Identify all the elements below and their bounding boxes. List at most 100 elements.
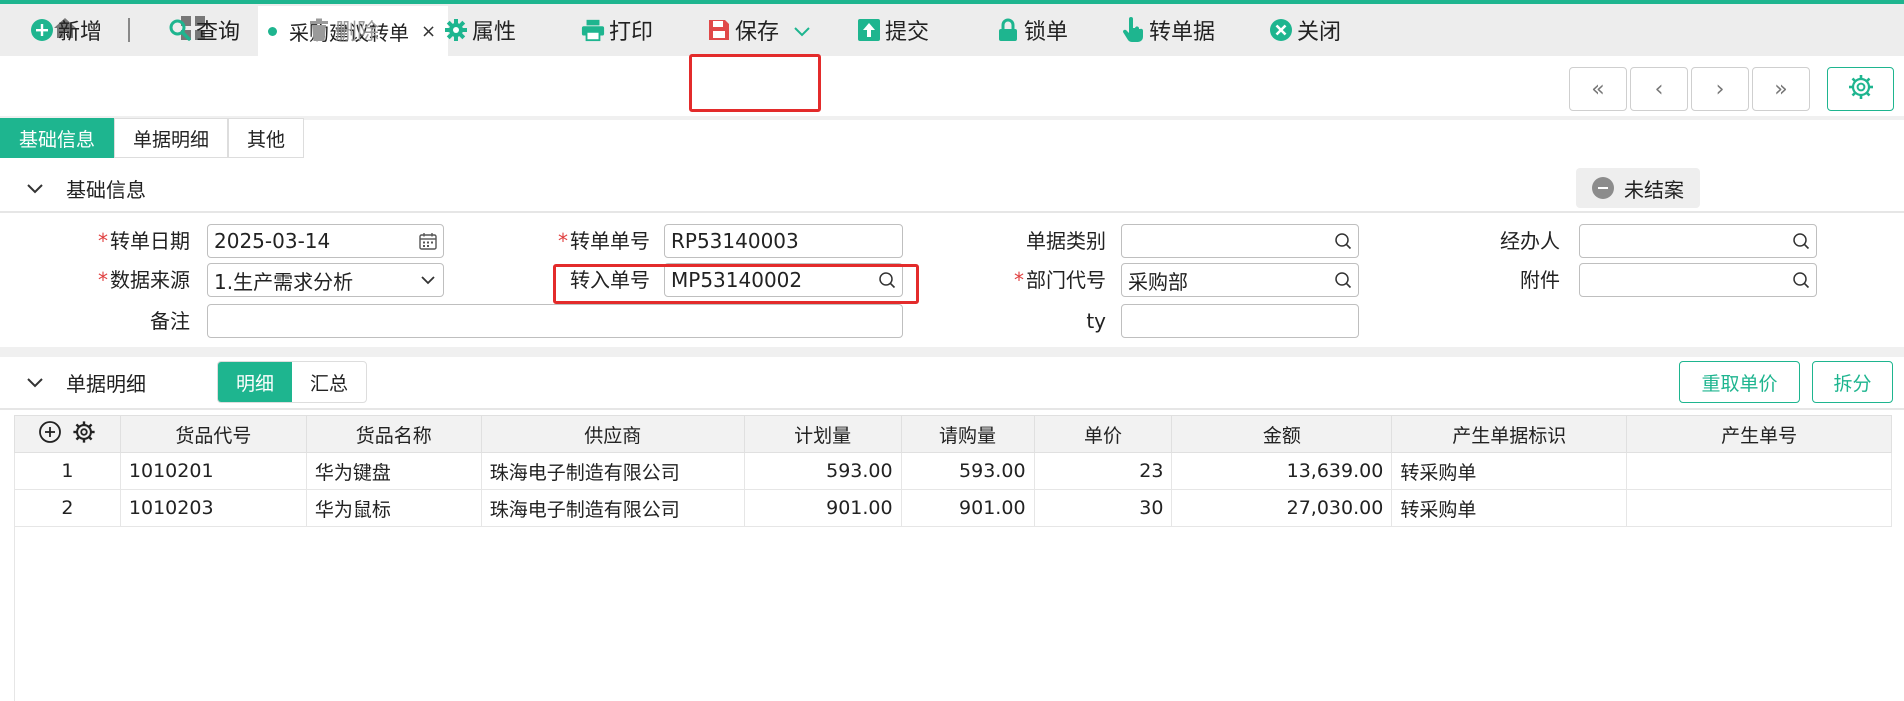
floppy-disk-icon — [707, 18, 731, 42]
query-button[interactable]: 查询 — [168, 0, 240, 60]
printer-icon — [581, 18, 605, 42]
lock-button[interactable]: 锁单 — [996, 0, 1068, 60]
search-icon[interactable] — [1786, 271, 1816, 289]
delete-button[interactable]: 删除 — [307, 0, 379, 60]
properties-button[interactable]: 属性 — [444, 0, 516, 60]
section-title: 单据明细 — [66, 371, 146, 396]
tab-other[interactable]: 其他 — [228, 118, 305, 158]
ty-label: ty — [1086, 309, 1106, 333]
settings-button[interactable] — [1827, 67, 1894, 111]
attachment-field[interactable] — [1579, 263, 1817, 297]
first-record-button[interactable]: « — [1569, 67, 1627, 111]
save-button[interactable]: 保存 — [707, 0, 811, 60]
search-icon[interactable] — [1786, 232, 1816, 250]
detail-view-toggle: 明细 汇总 — [217, 361, 368, 403]
col-req-qty[interactable]: 请购量 — [900, 415, 1035, 453]
last-record-button[interactable]: » — [1752, 67, 1810, 111]
table-row[interactable]: 2 1010203 华为鼠标 珠海电子制造有限公司 901.00 901.00 … — [14, 489, 1892, 527]
col-gen-no[interactable]: 产生单号 — [1626, 415, 1892, 453]
cell-amount[interactable]: 13,639.00 — [1171, 452, 1393, 490]
cell-req-qty[interactable]: 593.00 — [900, 452, 1035, 490]
col-amount[interactable]: 金额 — [1171, 415, 1393, 453]
delete-label: 删除 — [335, 20, 380, 45]
handler-field[interactable] — [1579, 224, 1817, 258]
seg-summary[interactable]: 汇总 — [292, 362, 366, 402]
cell-supplier[interactable]: 珠海电子制造有限公司 — [480, 452, 745, 490]
double-chevron-left-icon: « — [1591, 76, 1605, 102]
cell-name[interactable]: 华为键盘 — [305, 452, 482, 490]
submit-button[interactable]: 提交 — [857, 0, 929, 60]
gear-icon[interactable] — [72, 420, 96, 449]
refetch-price-button[interactable]: 重取单价 — [1679, 361, 1800, 403]
upload-icon — [857, 18, 881, 42]
date-field[interactable]: 2025-03-14 — [207, 224, 444, 258]
seg-detail[interactable]: 明细 — [218, 362, 293, 402]
section-tabs: 基础信息 单据明细 其他 — [0, 118, 305, 158]
convert-label: 转单据 — [1149, 20, 1216, 45]
col-supplier[interactable]: 供应商 — [480, 415, 745, 453]
chevron-down-icon — [26, 178, 44, 199]
cell-code[interactable]: 1010203 — [119, 489, 307, 527]
cell-supplier[interactable]: 珠海电子制造有限公司 — [480, 489, 745, 527]
table-row[interactable]: 1 1010201 华为键盘 珠海电子制造有限公司 593.00 593.00 … — [14, 452, 1892, 490]
cell-req-qty[interactable]: 901.00 — [900, 489, 1035, 527]
search-icon[interactable] — [1328, 232, 1358, 250]
calendar-icon[interactable] — [413, 232, 443, 250]
doc-type-field[interactable] — [1121, 224, 1359, 258]
print-label: 打印 — [609, 20, 654, 45]
lock-label: 锁单 — [1024, 20, 1069, 45]
table-header-row: 货品代号 货品名称 供应商 计划量 请购量 单价 金额 产生单据标识 产生单号 — [14, 415, 1892, 453]
status-badge: 未结案 — [1576, 168, 1700, 208]
status-text: 未结案 — [1624, 177, 1684, 202]
cell-name[interactable]: 华为鼠标 — [305, 489, 482, 527]
section-gap — [0, 347, 1904, 357]
col-name[interactable]: 货品名称 — [305, 415, 482, 453]
cell-code[interactable]: 1010201 — [119, 452, 307, 490]
row-index: 1 — [14, 452, 121, 490]
active-dot — [268, 26, 277, 36]
minus-circle-icon — [1592, 177, 1614, 199]
cell-gen-no[interactable] — [1626, 489, 1892, 527]
convert-button[interactable]: 转单据 — [1121, 0, 1215, 60]
submit-label: 提交 — [885, 20, 930, 45]
col-price[interactable]: 单价 — [1033, 415, 1173, 453]
detail-table: 货品代号 货品名称 供应商 计划量 请购量 单价 金额 产生单据标识 产生单号 … — [14, 415, 1892, 527]
prev-record-button[interactable]: ‹ — [1630, 67, 1688, 111]
col-plan-qty[interactable]: 计划量 — [743, 415, 902, 453]
chevron-down-icon — [26, 372, 44, 393]
date-label: * 转单日期 — [98, 229, 190, 253]
close-button[interactable]: 关闭 — [1269, 0, 1341, 60]
print-button[interactable]: 打印 — [581, 0, 653, 60]
tab-basic-info[interactable]: 基础信息 — [0, 118, 115, 158]
cell-plan-qty[interactable]: 593.00 — [743, 452, 902, 490]
new-button[interactable]: 新增 — [30, 0, 102, 60]
dept-field[interactable]: 采购部 — [1121, 263, 1359, 297]
query-label: 查询 — [196, 20, 241, 45]
cell-gen-flag[interactable]: 转采购单 — [1391, 489, 1628, 527]
cell-gen-flag[interactable]: 转采购单 — [1391, 452, 1628, 490]
into-no-highlight-box — [553, 264, 919, 304]
cell-amount[interactable]: 27,030.00 — [1171, 489, 1393, 527]
cell-gen-no[interactable] — [1626, 452, 1892, 490]
close-tab-icon[interactable]: × — [421, 21, 436, 42]
add-row-icon[interactable] — [38, 420, 62, 449]
split-button[interactable]: 拆分 — [1812, 361, 1893, 403]
source-select[interactable]: 1.生产需求分析 — [207, 263, 444, 297]
search-icon[interactable] — [1328, 271, 1358, 289]
double-chevron-right-icon: » — [1774, 76, 1788, 102]
tab-doc-detail[interactable]: 单据明细 — [114, 118, 229, 158]
ty-field[interactable] — [1121, 304, 1359, 338]
detail-divider — [0, 408, 1904, 410]
hand-pointer-icon — [1121, 17, 1145, 42]
remark-field[interactable] — [207, 304, 903, 338]
chevron-down-icon[interactable] — [793, 18, 811, 43]
doc-no-field[interactable]: RP53140003 — [664, 224, 903, 258]
col-code[interactable]: 货品代号 — [119, 415, 307, 453]
properties-label: 属性 — [472, 20, 517, 45]
cell-plan-qty[interactable]: 901.00 — [743, 489, 902, 527]
col-gen-flag[interactable]: 产生单据标识 — [1391, 415, 1628, 453]
cell-price[interactable]: 30 — [1033, 489, 1173, 527]
cell-price[interactable]: 23 — [1033, 452, 1173, 490]
next-record-button[interactable]: › — [1691, 67, 1749, 111]
save-highlight-box — [689, 54, 821, 112]
